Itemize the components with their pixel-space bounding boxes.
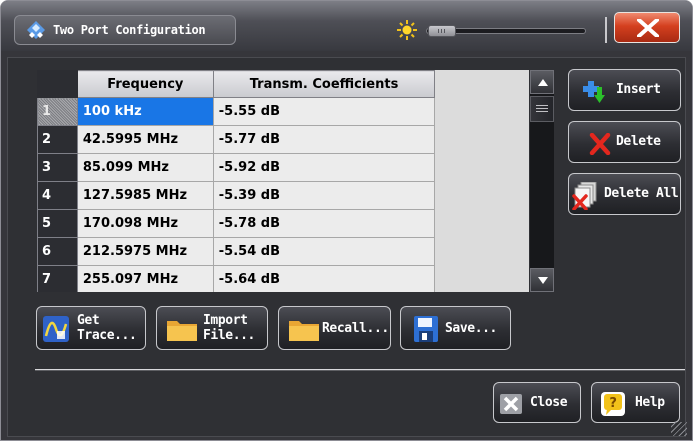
row-header[interactable]: 6 [37, 237, 78, 266]
insert-label: Insert [616, 82, 661, 97]
title-bar[interactable]: Two Port Configuration [1, 1, 692, 51]
folder-icon [167, 321, 197, 341]
row-filler [434, 125, 529, 154]
scroll-down-button[interactable] [530, 268, 554, 292]
window-title: Two Port Configuration [53, 23, 206, 37]
frequency-cell[interactable]: 212.5975 MHz [76, 237, 214, 266]
arrow-up-icon [538, 79, 548, 86]
row-header[interactable]: 4 [37, 181, 78, 210]
frequency-cell[interactable]: 255.097 MHz [76, 265, 214, 292]
table-row[interactable]: 1 100 kHz -5.55 dB [37, 97, 529, 126]
coefficient-cell[interactable]: -5.78 dB [212, 209, 436, 238]
coefficient-cell[interactable]: -5.92 dB [212, 153, 436, 182]
table-row[interactable]: 4 127.5985 MHz -5.39 dB [37, 181, 529, 210]
help-icon: ? [601, 392, 625, 416]
trace-icon [43, 316, 69, 342]
coefficient-cell[interactable]: -5.54 dB [212, 237, 436, 266]
scroll-up-button[interactable] [530, 70, 554, 94]
slider-thumb[interactable] [428, 25, 456, 37]
row-filler [434, 181, 529, 210]
svg-text:?: ? [609, 396, 616, 411]
delete-all-label: Delete All [604, 186, 679, 201]
import-label-1: Import [203, 313, 248, 328]
row-filler [434, 209, 529, 238]
delete-x-icon [589, 133, 611, 155]
insert-button[interactable]: Insert [568, 69, 681, 111]
table-corner [37, 70, 78, 98]
insert-icon [583, 81, 605, 103]
help-button[interactable]: ? Help [591, 382, 680, 423]
row-filler [434, 237, 529, 266]
row-header[interactable]: 7 [37, 265, 78, 292]
close-button[interactable]: Close [493, 382, 581, 423]
divider-shadow [35, 370, 685, 371]
coefficient-cell[interactable]: -5.77 dB [212, 125, 436, 154]
save-label: Save... [445, 321, 497, 336]
frequency-cell[interactable]: 170.098 MHz [76, 209, 214, 238]
delete-label: Delete [616, 134, 661, 149]
sun-icon[interactable] [397, 20, 417, 40]
floppy-icon [414, 316, 438, 342]
close-icon [500, 394, 522, 414]
import-file-button[interactable]: Import File... [156, 306, 268, 350]
column-header-frequency[interactable]: Frequency [76, 70, 214, 98]
frequency-cell[interactable]: 42.5995 MHz [76, 125, 214, 154]
resize-grip[interactable] [671, 422, 687, 436]
get-trace-button[interactable]: Get Trace... [36, 306, 146, 350]
frequency-cell[interactable]: 100 kHz [76, 97, 214, 126]
recall-label: Recall... [322, 321, 389, 336]
frequency-cell[interactable]: 127.5985 MHz [76, 181, 214, 210]
delete-button[interactable]: Delete [568, 121, 681, 163]
row-header[interactable]: 1 [37, 97, 78, 126]
header-filler [434, 70, 529, 98]
table-row[interactable]: 3 85.099 MHz -5.92 dB [37, 153, 529, 182]
close-icon [637, 19, 659, 37]
diamond-config-icon [27, 21, 45, 39]
folder-icon [289, 321, 319, 341]
row-header[interactable]: 2 [37, 125, 78, 154]
get-trace-label-2: Trace... [77, 328, 137, 343]
arrow-down-icon [538, 277, 548, 284]
title-separator [605, 17, 607, 43]
table-row[interactable]: 2 42.5995 MHz -5.77 dB [37, 125, 529, 154]
frequency-cell[interactable]: 85.099 MHz [76, 153, 214, 182]
coefficient-cell[interactable]: -5.55 dB [212, 97, 436, 126]
row-filler [434, 97, 529, 126]
row-header[interactable]: 5 [37, 209, 78, 238]
row-filler [434, 265, 529, 292]
vertical-scrollbar[interactable] [530, 70, 554, 292]
row-filler [434, 153, 529, 182]
coefficient-cell[interactable]: -5.39 dB [212, 181, 436, 210]
help-label: Help [635, 395, 665, 410]
coefficient-cell[interactable]: -5.64 dB [212, 265, 436, 292]
import-label-2: File... [203, 328, 255, 343]
scroll-thumb[interactable] [530, 96, 554, 122]
row-header[interactable]: 3 [37, 153, 78, 182]
data-grid: Frequency Transm. Coefficients 1 100 kHz -… [37, 70, 529, 292]
table-header-row: Frequency Transm. Coefficients [37, 70, 529, 98]
delete-all-icon [572, 182, 597, 210]
save-button[interactable]: Save... [400, 306, 511, 350]
table-row[interactable]: 7 255.097 MHz -5.64 dB [37, 265, 529, 292]
window-close-button[interactable] [614, 12, 680, 43]
delete-all-button[interactable]: Delete All [568, 173, 681, 215]
get-trace-label-1: Get [77, 313, 100, 328]
close-label: Close [530, 395, 568, 410]
recall-button[interactable]: Recall... [278, 306, 391, 350]
table-row[interactable]: 5 170.098 MHz -5.78 dB [37, 209, 529, 238]
column-header-coefficient[interactable]: Transm. Coefficients [212, 70, 436, 98]
brightness-slider[interactable] [426, 25, 586, 37]
data-table[interactable]: Frequency Transm. Coefficients 1 100 kHz -… [37, 70, 529, 292]
table-row[interactable]: 6 212.5975 MHz -5.54 dB [37, 237, 529, 266]
